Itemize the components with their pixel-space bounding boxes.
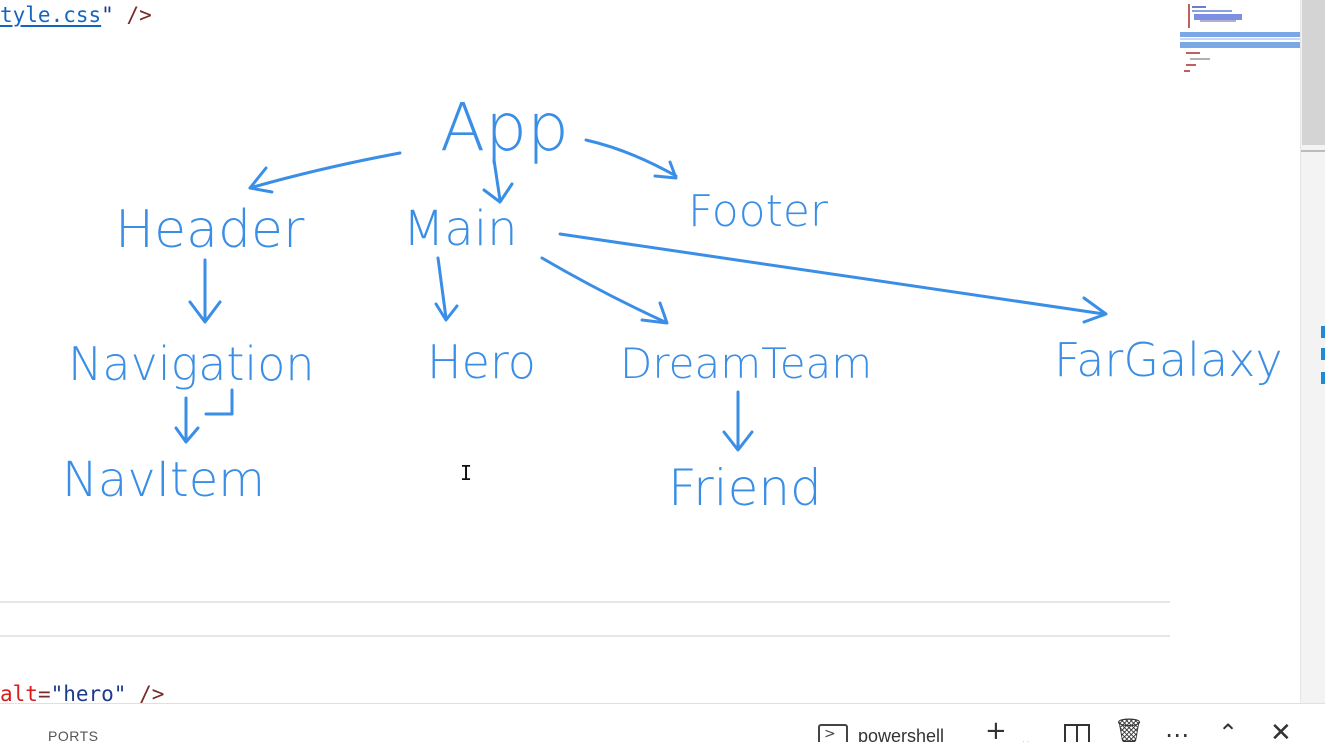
editor-divider bbox=[0, 601, 1170, 603]
arrow-main-dreamteam bbox=[540, 256, 669, 325]
node-main: Main bbox=[403, 201, 518, 257]
terminal-selector[interactable]: powershell bbox=[858, 726, 944, 742]
node-hero: Hero bbox=[427, 335, 536, 389]
text-cursor-icon: I bbox=[460, 461, 473, 485]
node-app: App bbox=[440, 89, 569, 166]
arrow-dreamteam-friend bbox=[722, 390, 754, 452]
node-fargalaxy: FarGalaxy bbox=[1054, 333, 1283, 387]
node-footer: Footer bbox=[688, 186, 829, 237]
close-icon[interactable]: ✕ bbox=[1270, 720, 1292, 742]
node-friend: Friend bbox=[668, 459, 822, 517]
arrow-main-fargalaxy bbox=[558, 232, 1108, 324]
editor-scrollbar[interactable] bbox=[1300, 0, 1325, 703]
scrollbar-change-marker bbox=[1321, 372, 1325, 384]
plus-icon[interactable]: + bbox=[985, 718, 1007, 742]
arrow-header-navigation bbox=[188, 258, 222, 324]
arrow-main-hero bbox=[434, 256, 459, 322]
node-dreamteam: DreamTeam bbox=[620, 339, 872, 388]
minimap[interactable] bbox=[1180, 0, 1300, 80]
node-navitem: NavItem bbox=[62, 452, 265, 508]
node-navigation: Navigation bbox=[68, 337, 315, 391]
scrollbar-change-marker bbox=[1321, 326, 1325, 338]
ellipsis-icon[interactable]: ⋯ bbox=[1165, 722, 1189, 742]
component-tree-sketch: App Header Main Footer Navigation Hero D… bbox=[62, 89, 1283, 517]
arrow-navigation-navitem bbox=[174, 388, 234, 444]
chevron-up-icon[interactable]: ⌃ bbox=[1218, 720, 1238, 742]
scrollbar-change-marker bbox=[1321, 348, 1325, 360]
terminal-icon: > bbox=[818, 724, 848, 742]
trash-icon[interactable]: 🗑 bbox=[1114, 718, 1144, 742]
arrow-app-footer bbox=[584, 138, 678, 180]
tab-ports[interactable]: PORTS bbox=[48, 728, 98, 742]
editor-divider bbox=[0, 635, 1170, 637]
scrollbar-thumb[interactable] bbox=[1302, 0, 1325, 145]
panel-header: PORTS > powershell + ⌄ 🗑 ⋯ ⌃ ✕ bbox=[0, 703, 1325, 742]
scrollbar-position-marker bbox=[1301, 150, 1325, 152]
chevron-down-icon[interactable]: ⌄ bbox=[1020, 728, 1032, 742]
arrow-app-header bbox=[248, 151, 402, 194]
split-terminal-icon[interactable] bbox=[1064, 724, 1090, 742]
arrow-app-main bbox=[482, 158, 514, 204]
node-header: Header bbox=[115, 200, 305, 260]
